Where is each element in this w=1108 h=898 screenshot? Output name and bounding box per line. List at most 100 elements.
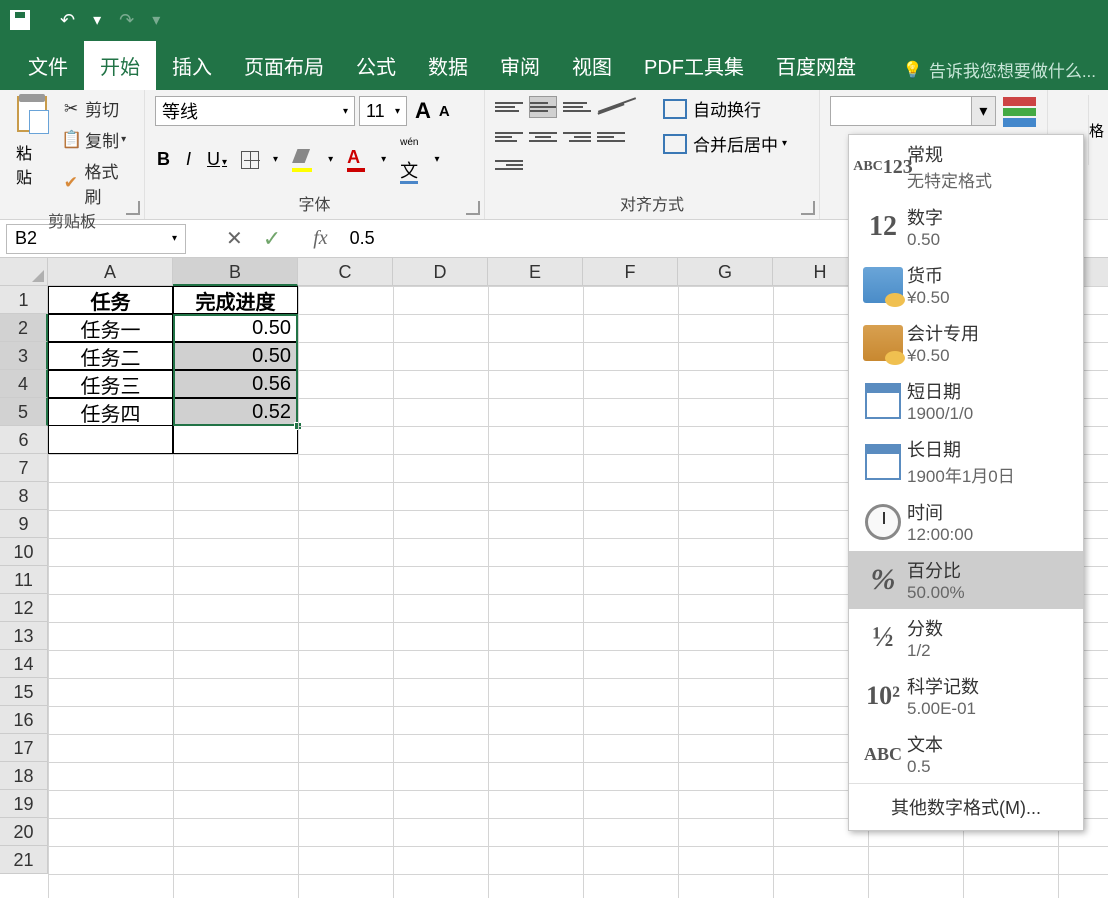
row-header[interactable]: 5 bbox=[0, 398, 48, 426]
col-header[interactable]: F bbox=[583, 258, 678, 286]
col-header[interactable]: C bbox=[298, 258, 393, 286]
row-header[interactable]: 14 bbox=[0, 650, 48, 678]
tab-home[interactable]: 开始 bbox=[84, 41, 156, 90]
undo-button[interactable]: ↶ bbox=[60, 10, 75, 31]
orientation-button[interactable] bbox=[597, 96, 637, 118]
number-format-combo[interactable]: ▾ bbox=[830, 96, 996, 126]
format-short-date[interactable]: 短日期1900/1/0 bbox=[849, 372, 1083, 430]
format-number[interactable]: 12 数字0.50 bbox=[849, 198, 1083, 256]
tab-insert[interactable]: 插入 bbox=[156, 41, 228, 90]
row-header[interactable]: 18 bbox=[0, 762, 48, 790]
align-center-button[interactable] bbox=[529, 126, 557, 148]
alignment-expand-icon[interactable] bbox=[801, 201, 815, 215]
fx-icon[interactable]: fx bbox=[313, 227, 327, 250]
font-name-combo[interactable]: 等线▾ bbox=[155, 96, 355, 126]
row-header[interactable]: 21 bbox=[0, 846, 48, 874]
align-left-button[interactable] bbox=[495, 126, 523, 148]
format-time[interactable]: 时间12:00:00 bbox=[849, 493, 1083, 551]
row-header[interactable]: 12 bbox=[0, 594, 48, 622]
redo-dropdown[interactable]: ▾ bbox=[152, 10, 160, 30]
cell-B5[interactable]: 0.52 bbox=[173, 398, 298, 426]
tab-data[interactable]: 数据 bbox=[412, 41, 484, 90]
row-header[interactable]: 6 bbox=[0, 426, 48, 454]
format-accounting[interactable]: 会计专用¥0.50 bbox=[849, 314, 1083, 372]
col-header[interactable]: A bbox=[48, 258, 173, 286]
cell-A2[interactable]: 任务一 bbox=[48, 314, 173, 342]
row-header[interactable]: 11 bbox=[0, 566, 48, 594]
empty-grid-left[interactable] bbox=[48, 454, 298, 898]
format-painter-button[interactable]: ✔格式刷 bbox=[61, 158, 134, 208]
cell-A5[interactable]: 任务四 bbox=[48, 398, 173, 426]
col-header[interactable]: E bbox=[488, 258, 583, 286]
format-scientific[interactable]: 10² 科学记数5.00E-01 bbox=[849, 667, 1083, 725]
border-button[interactable] bbox=[241, 151, 259, 169]
phonetic-button[interactable]: wén文 bbox=[398, 136, 420, 183]
merge-center-button[interactable]: 合并后居中▾ bbox=[663, 131, 787, 156]
save-icon[interactable] bbox=[10, 10, 30, 30]
cancel-formula-button[interactable]: ✕ bbox=[226, 226, 243, 251]
format-more[interactable]: 其他数字格式(M)... bbox=[849, 783, 1083, 830]
row-header[interactable]: 9 bbox=[0, 510, 48, 538]
row-header[interactable]: 19 bbox=[0, 790, 48, 818]
align-middle-button[interactable] bbox=[529, 96, 557, 118]
decrease-indent-button[interactable] bbox=[597, 126, 625, 148]
bold-button[interactable]: B bbox=[155, 149, 172, 170]
confirm-formula-button[interactable]: ✓ bbox=[263, 226, 281, 252]
cell-A3[interactable]: 任务二 bbox=[48, 342, 173, 370]
align-right-button[interactable] bbox=[563, 126, 591, 148]
format-long-date[interactable]: 长日期1900年1月0日 bbox=[849, 430, 1083, 493]
tab-review[interactable]: 审阅 bbox=[484, 41, 556, 90]
tell-me-search[interactable]: 💡 告诉我您想要做什么... bbox=[891, 49, 1108, 90]
format-currency[interactable]: 货币¥0.50 bbox=[849, 256, 1083, 314]
cell-A1[interactable]: 任务 bbox=[48, 286, 173, 314]
align-top-button[interactable] bbox=[495, 96, 523, 118]
copy-button[interactable]: 📋复制▾ bbox=[61, 127, 134, 152]
cell-B6[interactable] bbox=[173, 426, 298, 454]
row-header[interactable]: 1 bbox=[0, 286, 48, 314]
row-header[interactable]: 16 bbox=[0, 706, 48, 734]
clipboard-expand-icon[interactable] bbox=[126, 201, 140, 215]
row-header[interactable]: 7 bbox=[0, 454, 48, 482]
tab-view[interactable]: 视图 bbox=[556, 41, 628, 90]
font-size-combo[interactable]: 11▾ bbox=[359, 96, 407, 126]
tab-pdf[interactable]: PDF工具集 bbox=[628, 41, 760, 90]
col-header[interactable]: B bbox=[173, 258, 298, 286]
row-header[interactable]: 4 bbox=[0, 370, 48, 398]
increase-indent-button[interactable] bbox=[495, 154, 523, 176]
row-header[interactable]: 17 bbox=[0, 734, 48, 762]
row-header[interactable]: 20 bbox=[0, 818, 48, 846]
cell-B3[interactable]: 0.50 bbox=[173, 342, 298, 370]
format-percentage[interactable]: % 百分比50.00% bbox=[849, 551, 1083, 609]
select-all-corner[interactable] bbox=[0, 258, 48, 286]
font-expand-icon[interactable] bbox=[466, 201, 480, 215]
row-header[interactable]: 15 bbox=[0, 678, 48, 706]
conditional-formatting-icon[interactable] bbox=[1002, 96, 1037, 128]
format-fraction[interactable]: ½ 分数1/2 bbox=[849, 609, 1083, 667]
cell-B1[interactable]: 完成进度 bbox=[173, 286, 298, 314]
tab-formulas[interactable]: 公式 bbox=[340, 41, 412, 90]
tab-file[interactable]: 文件 bbox=[12, 41, 84, 90]
underline-button[interactable]: U▾ bbox=[205, 149, 229, 170]
cut-button[interactable]: ✂剪切 bbox=[61, 96, 134, 121]
row-header[interactable]: 10 bbox=[0, 538, 48, 566]
redo-button[interactable]: ↷ bbox=[119, 10, 134, 31]
wrap-text-button[interactable]: 自动换行 bbox=[663, 96, 787, 121]
font-color-button[interactable]: A bbox=[345, 147, 367, 172]
cell-B4[interactable]: 0.56 bbox=[173, 370, 298, 398]
col-header[interactable]: G bbox=[678, 258, 773, 286]
increase-font-icon[interactable]: A bbox=[415, 98, 431, 124]
col-header[interactable]: D bbox=[393, 258, 488, 286]
cell-A4[interactable]: 任务三 bbox=[48, 370, 173, 398]
align-bottom-button[interactable] bbox=[563, 96, 591, 118]
cell-B2[interactable]: 0.50 bbox=[173, 314, 298, 342]
tab-layout[interactable]: 页面布局 bbox=[228, 41, 340, 90]
row-header[interactable]: 13 bbox=[0, 622, 48, 650]
tab-baidu[interactable]: 百度网盘 bbox=[760, 41, 872, 90]
undo-dropdown[interactable]: ▾ bbox=[93, 10, 101, 30]
row-header[interactable]: 3 bbox=[0, 342, 48, 370]
row-header[interactable]: 2 bbox=[0, 314, 48, 342]
italic-button[interactable]: I bbox=[184, 149, 193, 170]
paste-button[interactable]: 粘贴 bbox=[10, 96, 53, 188]
cell-A6[interactable] bbox=[48, 426, 173, 454]
row-header[interactable]: 8 bbox=[0, 482, 48, 510]
